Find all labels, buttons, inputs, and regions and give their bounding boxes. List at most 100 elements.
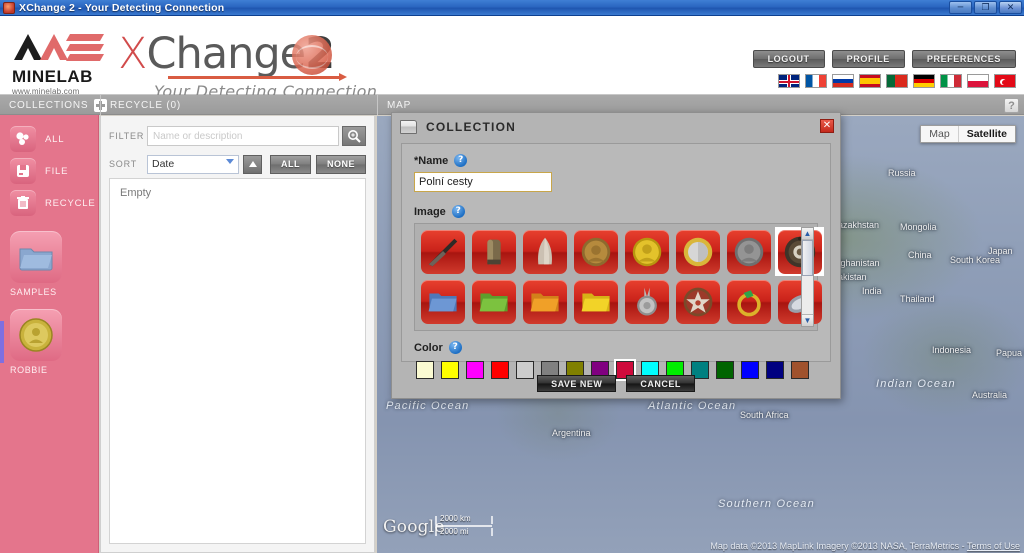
sort-label: SORT: [109, 159, 138, 169]
tab-recycle-label: RECYCLE (0): [110, 99, 182, 111]
image-gold-ring[interactable]: [724, 277, 773, 326]
list-empty-label: Empty: [120, 187, 152, 199]
map-label: Japan: [988, 246, 1013, 256]
chevron-down-icon[interactable]: ▼: [802, 314, 813, 326]
save-new-button[interactable]: SAVE NEW: [537, 375, 617, 392]
name-label: *Name: [414, 154, 449, 167]
coin-icon: [10, 309, 62, 361]
image-folder-orange-thumb: [522, 279, 567, 324]
flag-turkey[interactable]: [994, 74, 1016, 88]
image-gold-coin[interactable]: [622, 227, 671, 276]
map-label: Mongolia: [900, 222, 937, 232]
profile-button[interactable]: PROFILE: [831, 50, 905, 68]
file-icon: [10, 158, 36, 184]
chevron-up-icon[interactable]: ▲: [802, 228, 813, 240]
close-button[interactable]: ✕: [999, 1, 1022, 14]
terms-of-use-link[interactable]: Terms of Use: [967, 541, 1020, 551]
map-label: Atlantic Ocean: [648, 400, 737, 412]
sidebar-item-recycle-label: RECYCLE: [45, 197, 96, 209]
color-label: Color: [414, 341, 443, 354]
image-label: Image: [414, 205, 446, 218]
tab-map-label: MAP: [387, 99, 412, 111]
flag-poland[interactable]: [967, 74, 989, 88]
brand-header: MINELAB www.minelab.com XChange2 Your De…: [0, 16, 1024, 104]
collections-list[interactable]: Empty: [109, 178, 366, 544]
select-all-button[interactable]: ALL: [269, 154, 311, 174]
tab-collections[interactable]: COLLECTIONS: [0, 95, 116, 115]
image-folder-orange[interactable]: [520, 277, 569, 326]
brand-name: MINELAB: [12, 67, 93, 86]
map-label: Russia: [888, 168, 916, 178]
image-bullet-thumb: [471, 229, 516, 274]
image-star-badge[interactable]: [673, 277, 722, 326]
image-grid: [418, 227, 826, 326]
image-arrowhead[interactable]: [520, 227, 569, 276]
flag-italy[interactable]: [940, 74, 962, 88]
map-label: South Africa: [740, 410, 789, 420]
image-arrowhead-thumb: [522, 229, 567, 274]
help-icon[interactable]: ?: [448, 341, 462, 354]
sort-select[interactable]: [147, 154, 239, 174]
image-ornate-disc[interactable]: [775, 227, 824, 276]
help-icon[interactable]: ?: [451, 205, 465, 218]
image-picker: ▲ ▼: [414, 223, 824, 331]
search-input[interactable]: [147, 126, 339, 146]
selection-marker: [0, 321, 4, 363]
flag-uk[interactable]: [778, 74, 800, 88]
help-icon[interactable]: ?: [454, 154, 468, 167]
flag-france[interactable]: [805, 74, 827, 88]
search-icon[interactable]: [342, 126, 366, 146]
dialog-body: *Name ? Image ? ▲ ▼ Color ?: [401, 143, 831, 381]
image-folder-green[interactable]: [469, 277, 518, 326]
sort-ascending-icon[interactable]: [243, 154, 262, 174]
name-input[interactable]: [414, 172, 552, 192]
close-icon[interactable]: ✕: [820, 119, 834, 133]
image-bronze-coin[interactable]: [571, 227, 620, 276]
minelab-logo: MINELAB www.minelab.com: [12, 30, 112, 96]
scrollbar-thumb[interactable]: [802, 240, 813, 276]
flag-spain[interactable]: [859, 74, 881, 88]
flag-portugal[interactable]: [886, 74, 908, 88]
map-label: Australia: [972, 390, 1008, 400]
select-none-button[interactable]: NONE: [315, 154, 366, 174]
image-medal[interactable]: [622, 277, 671, 326]
sidebar-collection-samples-label: SAMPLES: [10, 287, 57, 297]
image-diamond-ring[interactable]: [775, 277, 824, 326]
sidebar-item-all-label: ALL: [45, 133, 65, 145]
sort-row: SORT ALL NONE: [109, 153, 366, 175]
image-blade[interactable]: [418, 227, 467, 276]
preferences-button[interactable]: PREFERENCES: [911, 50, 1016, 68]
map-label: Thailand: [900, 294, 935, 304]
dialog-title: COLLECTION: [426, 120, 516, 134]
scale-km-label: 2000 km: [440, 514, 471, 523]
image-folder-yellow-thumb: [573, 279, 618, 324]
map-scale-bar: 2000 km 2000 mi: [434, 514, 496, 537]
map-label: China: [908, 250, 932, 260]
image-euro-coin[interactable]: [673, 227, 722, 276]
tab-recycle[interactable]: RECYCLE (0): [100, 95, 190, 115]
tab-collections-label: COLLECTIONS: [9, 99, 89, 111]
sidebar-item-recycle[interactable]: RECYCLE: [10, 187, 98, 219]
logout-button[interactable]: LOGOUT: [752, 50, 825, 68]
image-bullet[interactable]: [469, 227, 518, 276]
restore-button[interactable]: ❐: [974, 1, 997, 14]
minelab-mark-icon: [14, 34, 104, 61]
sidebar-item-file[interactable]: FILE: [10, 155, 98, 187]
image-silver-coin[interactable]: [724, 227, 773, 276]
sidebar-collection-samples[interactable]: SAMPLES: [10, 231, 62, 297]
flag-germany[interactable]: [913, 74, 935, 88]
product-x: X: [118, 29, 147, 79]
image-scrollbar[interactable]: ▲ ▼: [801, 227, 814, 327]
image-folder-blue[interactable]: [418, 277, 467, 326]
sidebar-collection-robbie[interactable]: ROBBIE: [10, 309, 62, 375]
flag-russia[interactable]: [832, 74, 854, 88]
map-type-satellite[interactable]: Satellite: [959, 126, 1015, 142]
cancel-button[interactable]: CANCEL: [626, 375, 695, 392]
image-silver-coin-thumb: [726, 229, 771, 274]
map-type-map[interactable]: Map: [921, 126, 959, 142]
image-folder-yellow[interactable]: [571, 277, 620, 326]
image-ornate-disc-thumb: [777, 229, 822, 274]
sidebar-item-all[interactable]: ALL: [10, 123, 98, 155]
minimize-button[interactable]: ─: [949, 1, 972, 14]
help-icon[interactable]: ?: [1004, 98, 1019, 113]
